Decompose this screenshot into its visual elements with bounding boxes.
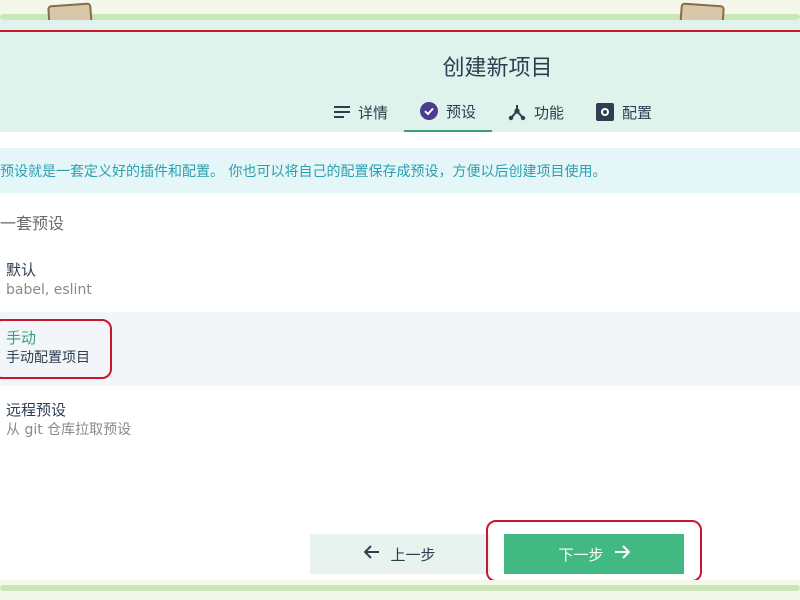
preset-name: 手动 bbox=[6, 329, 37, 347]
preset-description: 手动配置项目 bbox=[6, 350, 90, 366]
fork-icon bbox=[508, 103, 526, 121]
check-circle-icon bbox=[420, 102, 439, 120]
info-banner: 预设就是一套定义好的插件和配置。 你也可以将自己的配置保存成预设，方便以后创建项… bbox=[0, 148, 800, 193]
next-highlight-annotation bbox=[486, 520, 702, 580]
tab-config[interactable]: 配置 bbox=[580, 92, 668, 132]
tab-bar: 详情 预设 功能 配置 bbox=[318, 92, 668, 132]
section-title: 一套预设 bbox=[0, 214, 65, 233]
tab-label: 配置 bbox=[622, 103, 653, 122]
tab-features[interactable]: 功能 bbox=[492, 92, 580, 132]
preset-description: 从 git 仓库拉取预设 bbox=[6, 422, 132, 438]
preset-description: babel, eslint bbox=[6, 282, 92, 298]
info-text: 预设就是一套定义好的插件和配置。 你也可以将自己的配置保存成预设，方便以后创建项… bbox=[0, 163, 607, 180]
project-create-window: 创建新项目 详情 预设 功能 配置 预设就是一套定义好的插件和配置。 你也可以将… bbox=[0, 20, 800, 580]
manual-highlight-annotation bbox=[0, 319, 112, 379]
header: 创建新项目 详情 预设 功能 配置 bbox=[0, 20, 800, 132]
preset-name: 默认 bbox=[6, 261, 37, 279]
preset-name: 远程预设 bbox=[6, 401, 67, 419]
tab-details[interactable]: 详情 bbox=[318, 92, 404, 132]
arrow-left-icon bbox=[364, 545, 380, 563]
settings-box-icon bbox=[596, 103, 615, 121]
tab-presets[interactable]: 预设 bbox=[404, 92, 493, 132]
tab-label: 功能 bbox=[534, 103, 565, 122]
previous-label: 上一步 bbox=[390, 545, 436, 564]
preset-item-manual[interactable]: 手动 手动配置项目 bbox=[0, 312, 800, 386]
preset-item-default[interactable]: 默认 babel, eslint bbox=[0, 260, 800, 300]
background-stroke bbox=[0, 585, 800, 591]
page-title: 创建新项目 bbox=[442, 56, 553, 81]
list-icon bbox=[334, 105, 350, 119]
highlight-line bbox=[0, 30, 800, 32]
preset-item-remote[interactable]: 远程预设 从 git 仓库拉取预设 bbox=[0, 400, 800, 440]
tab-label: 预设 bbox=[446, 102, 477, 121]
previous-button[interactable]: 上一步 bbox=[310, 534, 490, 574]
tab-label: 详情 bbox=[358, 103, 389, 122]
